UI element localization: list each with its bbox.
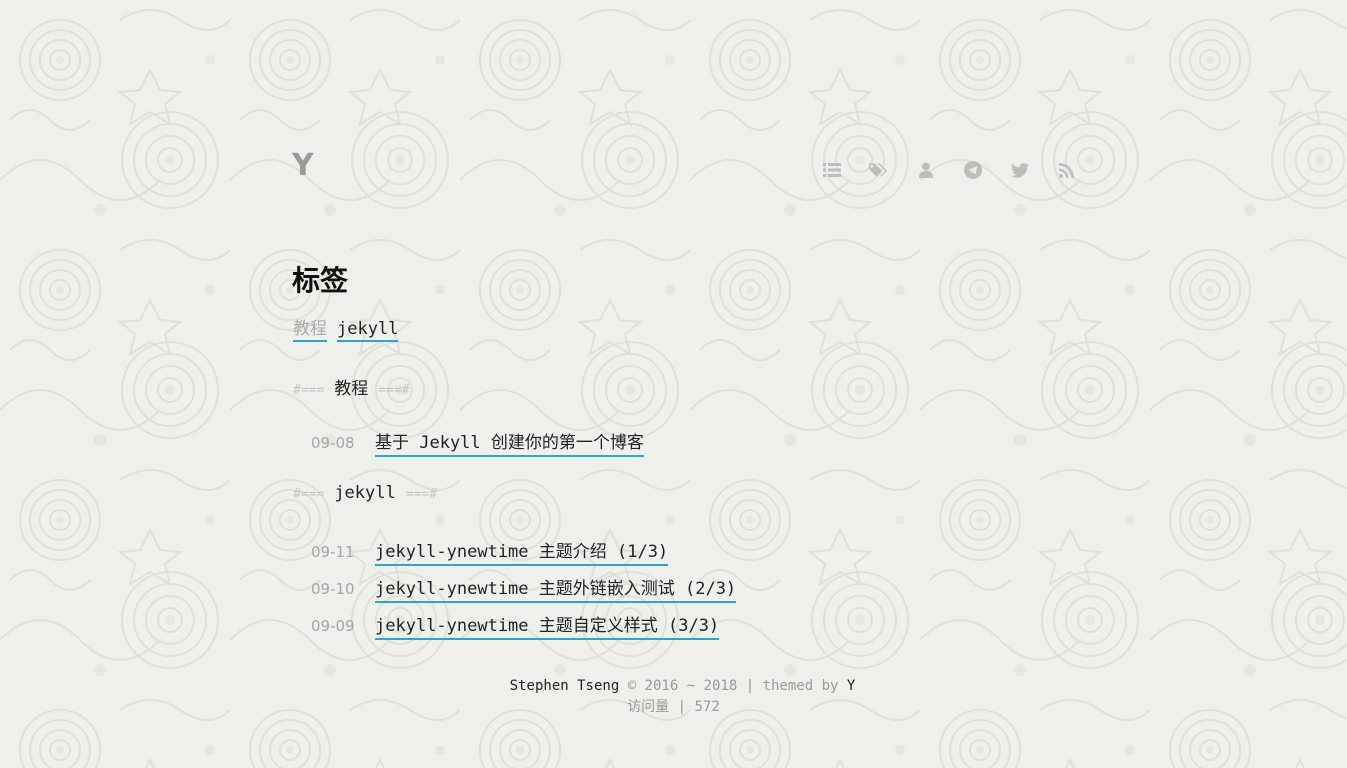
site-footer: Stephen Tseng © 2016 ~ 2018 | themed by … [0,676,1347,718]
tag-list: 教程 jekyll [293,318,399,342]
section-heading-tutorial: #=== 教程 ===# [293,374,410,399]
tag-link-tutorial[interactable]: 教程 [293,318,327,342]
footer-author: Stephen Tseng [509,678,620,694]
page-title: 标签 [292,264,349,297]
nav-list-button[interactable] [822,158,841,182]
list-item: 09-08 基于 Jekyll 创建你的第一个博客 [311,428,644,457]
user-icon [918,162,933,178]
rss-icon [1059,162,1074,178]
footer-theme-link[interactable]: Y [847,678,855,694]
nav-rss-button[interactable] [1057,158,1076,182]
footer-themed-by: themed by [762,678,839,694]
footer-copyright: © 2016 ~ 2018 [627,678,738,694]
list-item: 09-09 jekyll-ynewtime 主题自定义样式 (3/3) [311,611,720,640]
post-date: 09-09 [311,617,355,635]
footer-copyright-line: Stephen Tseng © 2016 ~ 2018 | themed by … [0,676,1347,697]
list-item: 09-10 jekyll-ynewtime 主题外链嵌入测试 (2/3) [311,574,737,603]
section-deco-left: #=== [293,487,325,502]
post-date: 09-10 [311,580,355,598]
nav-tags-button[interactable] [869,158,888,182]
footer-separator: | [745,678,755,694]
section-deco-right: ===# [405,487,438,502]
top-nav [822,158,1076,182]
nav-about-button[interactable] [916,158,935,182]
footer-visits-label: 访问量 [627,699,670,715]
section-name: 教程 [334,379,369,399]
tags-icon [869,163,888,177]
section-name: jekyll [334,483,396,503]
twitter-icon [1010,162,1029,178]
post-date: 09-08 [311,434,355,452]
post-date: 09-11 [311,543,355,561]
footer-visits-count: 572 [694,699,720,715]
post-link[interactable]: jekyll-ynewtime 主题外链嵌入测试 (2/3) [375,574,737,603]
post-link[interactable]: jekyll-ynewtime 主题自定义样式 (3/3) [375,611,720,640]
post-link[interactable]: jekyll-ynewtime 主题介绍 (1/3) [375,537,669,566]
list-icon [822,163,841,177]
footer-separator: | [677,699,687,715]
section-heading-jekyll: #=== jekyll ===# [293,483,437,503]
footer-visits-line: 访问量 | 572 [0,697,1347,718]
section-deco-left: #=== [293,383,325,398]
site-logo[interactable]: Y [292,148,314,183]
nav-telegram-button[interactable] [963,158,982,182]
tag-link-jekyll[interactable]: jekyll [337,318,399,342]
nav-twitter-button[interactable] [1010,158,1029,182]
post-link[interactable]: 基于 Jekyll 创建你的第一个博客 [375,428,644,457]
list-item: 09-11 jekyll-ynewtime 主题介绍 (1/3) [311,537,669,566]
telegram-icon [963,161,982,179]
section-deco-right: ===# [378,383,410,398]
